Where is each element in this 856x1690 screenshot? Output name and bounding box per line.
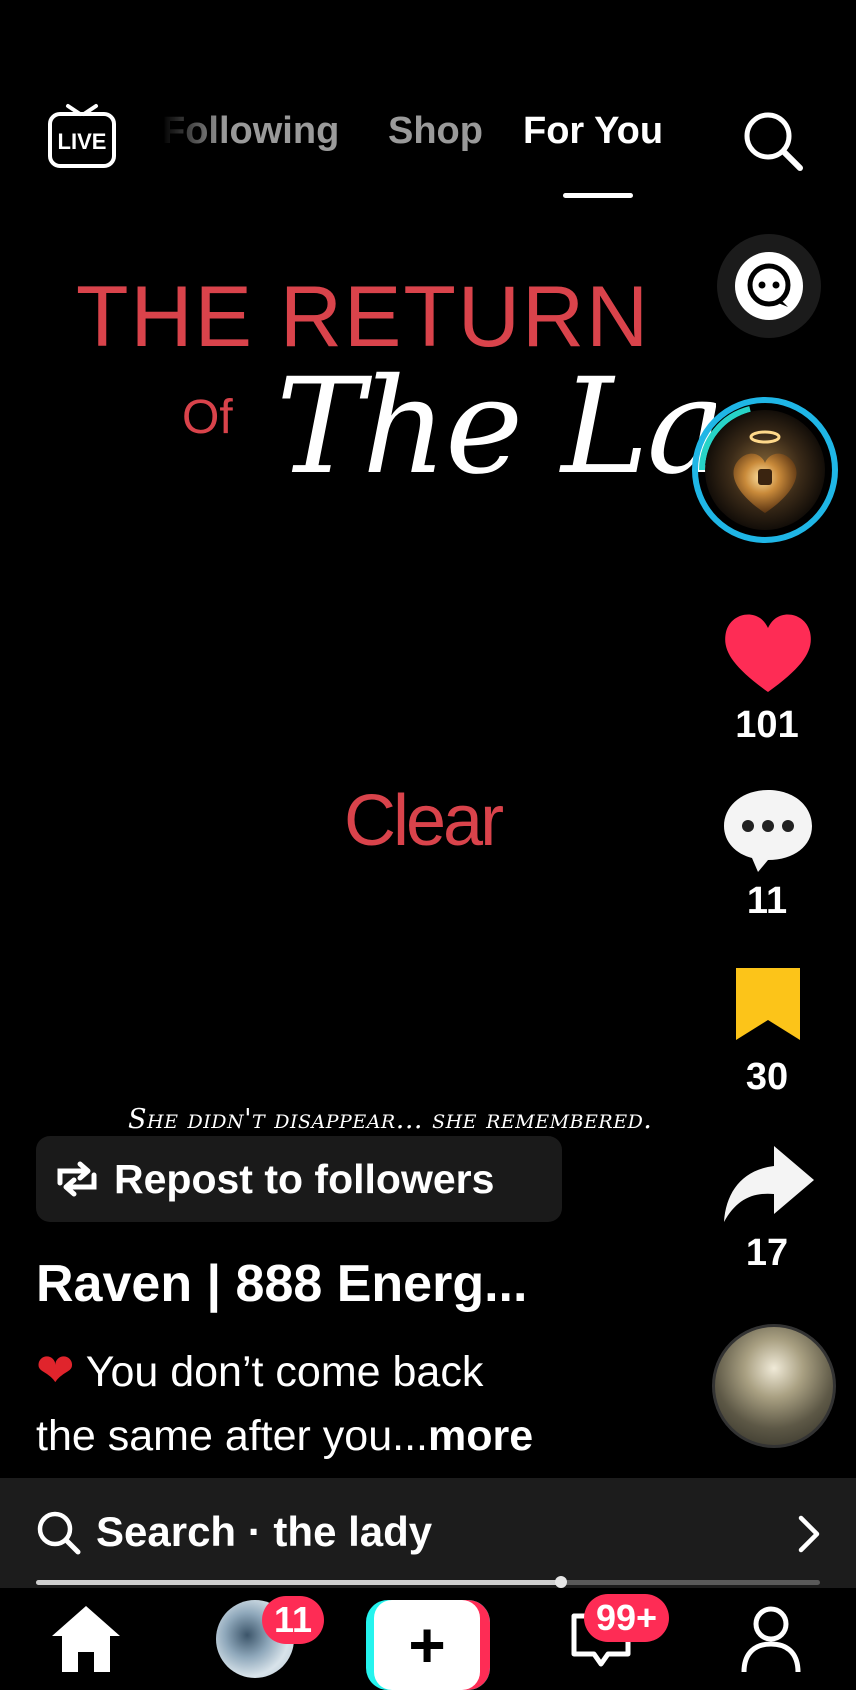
description-line1: You don’t come back (85, 1348, 484, 1396)
home-icon[interactable] (50, 1602, 122, 1672)
comment-count: 11 (746, 880, 788, 922)
profile-icon[interactable] (740, 1604, 802, 1672)
bookmark-count: 30 (745, 1056, 789, 1098)
inbox-badge: 99+ (584, 1594, 670, 1642)
like-count: 101 (735, 704, 799, 746)
share-count: 17 (745, 1232, 789, 1274)
live-icon[interactable]: LIVE (46, 100, 118, 172)
live-label: LIVE (58, 129, 107, 154)
comment-icon[interactable] (718, 784, 818, 874)
create-button[interactable]: + (366, 1600, 490, 1690)
video-caption: She didn't disappear... she remembered. (128, 1104, 653, 1135)
search-separator: · (236, 1508, 274, 1555)
red-heart-emoji-icon: ❤ (36, 1344, 75, 1396)
ai-assistant-button[interactable] (717, 234, 821, 338)
sound-disc[interactable] (712, 1324, 836, 1448)
chat-bubble-face-icon (735, 252, 803, 320)
video-center-text: Clear (344, 781, 504, 861)
video-title-of: Of (182, 391, 233, 444)
search-label: Search (96, 1508, 237, 1555)
share-icon[interactable] (718, 1140, 818, 1230)
video-progress-fill (36, 1580, 562, 1585)
video-progress-bar[interactable] (36, 1576, 820, 1588)
video-title-script: The Lady (276, 350, 716, 504)
tab-shop[interactable]: Shop (388, 110, 483, 153)
repost-button[interactable]: Repost to followers (36, 1136, 562, 1222)
heart-icon[interactable] (718, 606, 818, 696)
repost-label: Repost to followers (114, 1155, 495, 1202)
friends-badge: 11 (262, 1596, 325, 1644)
chevron-right-icon[interactable] (796, 1514, 822, 1554)
tab-following[interactable]: Following (162, 110, 339, 153)
plus-icon: + (408, 1609, 446, 1681)
repost-icon (57, 1161, 97, 1197)
active-tab-indicator (563, 193, 633, 198)
post-description[interactable]: ❤ You don’t come back the same after you… (36, 1338, 666, 1468)
search-query: the lady (273, 1508, 433, 1555)
bookmark-icon[interactable] (718, 964, 818, 1054)
related-search-text[interactable]: Search · the lady (96, 1508, 432, 1556)
username[interactable]: Raven | 888 Energ... (36, 1254, 527, 1314)
search-icon[interactable] (740, 108, 806, 174)
description-line2: the same after you... (36, 1412, 428, 1460)
tab-for-you[interactable]: For You (523, 110, 663, 153)
creator-avatar[interactable] (690, 395, 840, 545)
search-icon (37, 1511, 81, 1555)
more-link[interactable]: more (428, 1412, 533, 1460)
